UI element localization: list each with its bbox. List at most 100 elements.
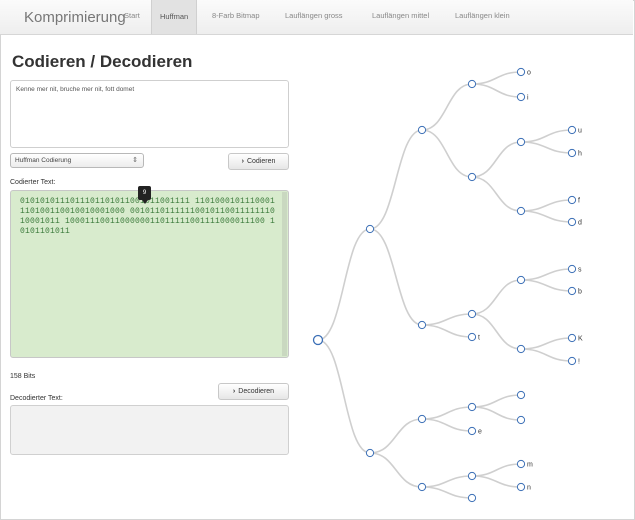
tree-edge bbox=[520, 337, 573, 350]
tree-edge bbox=[471, 279, 522, 315]
tree-leaf-node[interactable] bbox=[516, 67, 526, 77]
tree-edge bbox=[520, 279, 573, 292]
tree-node[interactable] bbox=[467, 79, 477, 89]
tree-edge bbox=[317, 228, 371, 341]
tree-node[interactable] bbox=[467, 309, 477, 319]
tree-leaf-label: h bbox=[578, 151, 582, 158]
tree-edge bbox=[520, 129, 573, 143]
tree-leaf-label: n bbox=[527, 485, 531, 492]
tree-node[interactable] bbox=[365, 224, 375, 234]
decoded-label: Decodierter Text: bbox=[10, 395, 63, 402]
tree-leaf-node[interactable] bbox=[516, 415, 526, 425]
tree-leaf-node[interactable] bbox=[516, 390, 526, 400]
tree-node[interactable] bbox=[516, 137, 526, 147]
tree-edge bbox=[471, 141, 522, 178]
tree-leaf-label: K bbox=[578, 336, 583, 343]
tree-node[interactable] bbox=[417, 125, 427, 135]
tree-leaf-node[interactable] bbox=[567, 217, 577, 227]
tree-leaf-label: s bbox=[578, 267, 582, 274]
tree-edge bbox=[520, 348, 573, 362]
nav-lauflaengen-gross[interactable]: Lauflängen gross bbox=[285, 11, 343, 20]
tree-node[interactable] bbox=[417, 482, 427, 492]
tree-edge bbox=[317, 339, 371, 454]
nav-huffman[interactable]: Huffman bbox=[151, 0, 198, 34]
tree-leaf-label: m bbox=[527, 462, 533, 469]
huffman-tree: o i u h f d s b K! t e m n bbox=[312, 67, 583, 503]
tree-edge bbox=[471, 394, 522, 408]
chevron-right-icon: › bbox=[232, 388, 236, 395]
nav-8-farb-bitmap[interactable]: 8-Farb Bitmap bbox=[212, 11, 260, 20]
tree-leaf-node[interactable] bbox=[516, 482, 526, 492]
tree-leaf-label: o bbox=[527, 70, 531, 77]
tree-edge bbox=[471, 475, 522, 488]
decoded-output[interactable] bbox=[10, 405, 289, 455]
codec-select-value: Huffman Codierung bbox=[15, 157, 72, 164]
tree-edge bbox=[421, 486, 473, 499]
page-title: Codieren / Decodieren bbox=[12, 52, 193, 71]
tree-edge bbox=[421, 475, 473, 488]
tree-leaf-label: e bbox=[478, 429, 482, 436]
navbar: Komprimierung Start Huffman 8-Farb Bitma… bbox=[0, 0, 633, 35]
tree-edge bbox=[369, 129, 423, 230]
codec-select[interactable]: Huffman Codierung ⇕ bbox=[10, 153, 144, 168]
tree-node[interactable] bbox=[467, 402, 477, 412]
tree-node[interactable] bbox=[516, 275, 526, 285]
tree-leaf-node[interactable] bbox=[516, 92, 526, 102]
encode-button[interactable]: › Codieren bbox=[228, 153, 289, 170]
tree-edge bbox=[471, 313, 522, 350]
tree-edges bbox=[317, 71, 573, 499]
tree-edge bbox=[369, 452, 423, 488]
tree-node[interactable] bbox=[516, 206, 526, 216]
tree-edge bbox=[520, 199, 573, 212]
tree-edge bbox=[421, 83, 473, 131]
tree-leaf-node[interactable] bbox=[567, 148, 577, 158]
encoded-scrollbar[interactable] bbox=[282, 192, 287, 356]
tree-leaf-node[interactable] bbox=[567, 125, 577, 135]
tree-leaf-node[interactable] bbox=[467, 493, 477, 503]
tree-edge bbox=[520, 268, 573, 281]
tree-node[interactable] bbox=[365, 448, 375, 458]
tree-nodes: o i u h f d s b K! t e m n bbox=[312, 67, 583, 503]
tree-node[interactable] bbox=[467, 172, 477, 182]
tree-node[interactable] bbox=[417, 320, 427, 330]
tree-leaf-node[interactable] bbox=[567, 286, 577, 296]
tree-node[interactable] bbox=[417, 414, 427, 424]
tree-edge bbox=[471, 406, 522, 421]
tree-root-node[interactable] bbox=[312, 334, 324, 346]
tree-node[interactable] bbox=[467, 471, 477, 481]
bit-tooltip: 9 bbox=[138, 186, 151, 204]
tree-leaf-label: t bbox=[478, 335, 480, 342]
tree-edge bbox=[421, 129, 473, 178]
tree-edge bbox=[369, 228, 423, 326]
brand-logo[interactable]: Komprimierung bbox=[24, 9, 126, 26]
tree-leaf-label: ! bbox=[578, 359, 580, 366]
tree-leaf-node[interactable] bbox=[516, 459, 526, 469]
nav-start[interactable]: Start bbox=[124, 11, 140, 20]
nav-lauflaengen-mittel[interactable]: Lauflängen mittel bbox=[372, 11, 429, 20]
encoded-output[interactable]: 0101010111011101101011001011001111 11010… bbox=[10, 190, 289, 358]
tree-edge bbox=[520, 141, 573, 154]
input-textarea[interactable]: Kenne mer nit, bruche mer nit, fott dome… bbox=[10, 80, 289, 148]
chevron-right-icon: › bbox=[241, 158, 244, 165]
encoded-bits: 0101010111011101101011001011001111 11010… bbox=[20, 197, 276, 236]
tree-leaf-node[interactable] bbox=[567, 264, 577, 274]
tree-edge bbox=[421, 313, 473, 326]
nav-lauflaengen-klein[interactable]: Lauflängen klein bbox=[455, 11, 510, 20]
select-arrows-icon: ⇕ bbox=[132, 157, 138, 164]
tree-leaf-label: b bbox=[578, 289, 582, 296]
tree-leaf-node[interactable] bbox=[567, 333, 577, 343]
decode-button[interactable]: › Decodieren bbox=[218, 383, 289, 400]
tree-leaf-label: u bbox=[578, 128, 582, 135]
bit-count: 158 Bits bbox=[10, 373, 36, 380]
tree-edge bbox=[520, 210, 573, 223]
tree-edge bbox=[471, 83, 522, 98]
tree-leaf-node[interactable] bbox=[467, 426, 477, 436]
tree-edge bbox=[421, 406, 473, 420]
tree-leaf-label: d bbox=[578, 220, 582, 227]
tree-leaf-node[interactable] bbox=[467, 332, 477, 342]
encoded-label: Codierter Text: bbox=[10, 179, 56, 186]
tree-leaf-label: i bbox=[527, 95, 529, 102]
tree-leaf-node[interactable] bbox=[567, 195, 577, 205]
tree-leaf-node[interactable] bbox=[567, 356, 577, 366]
tree-node[interactable] bbox=[516, 344, 526, 354]
